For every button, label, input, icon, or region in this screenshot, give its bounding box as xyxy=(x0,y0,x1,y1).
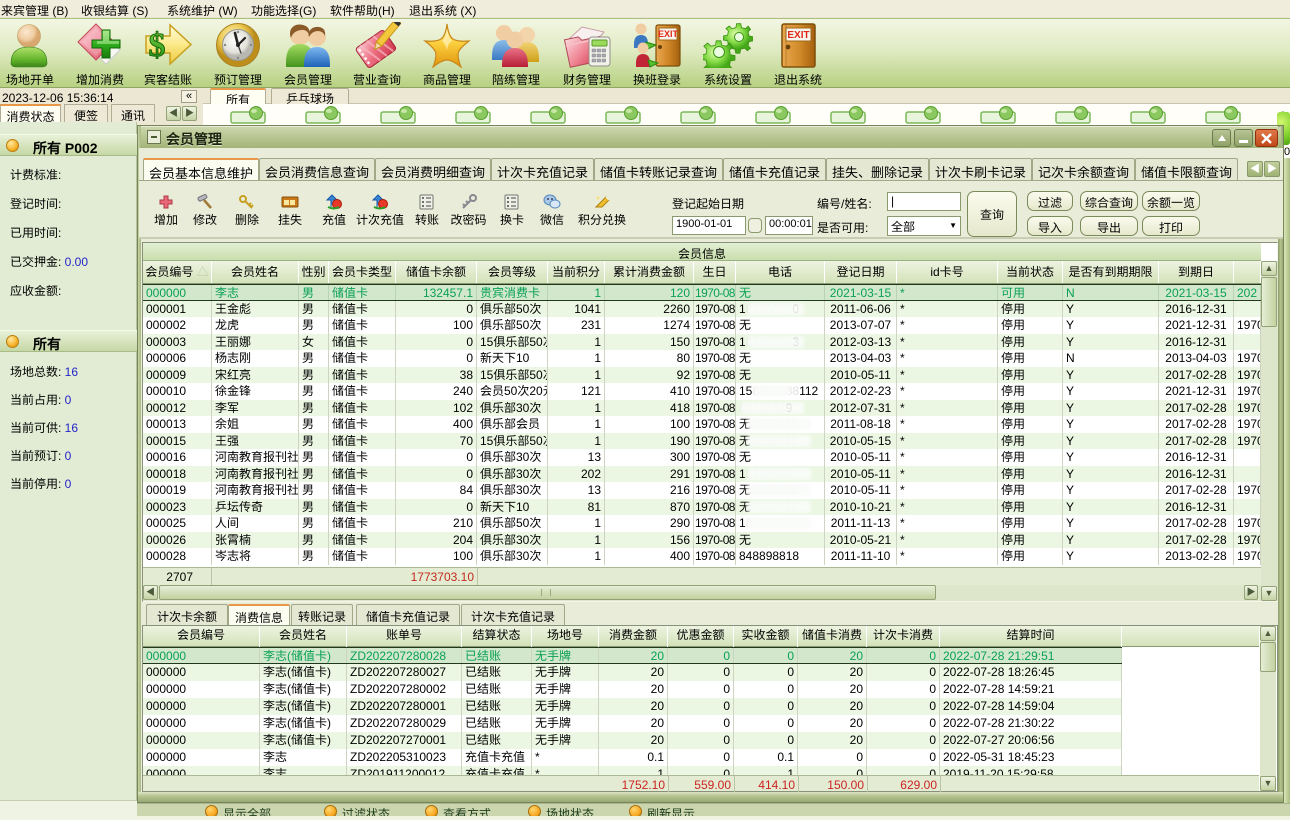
svg-text:EXIT: EXIT xyxy=(658,29,679,39)
svg-text:$: $ xyxy=(149,27,166,64)
svg-text:EXIT: EXIT xyxy=(787,30,809,41)
